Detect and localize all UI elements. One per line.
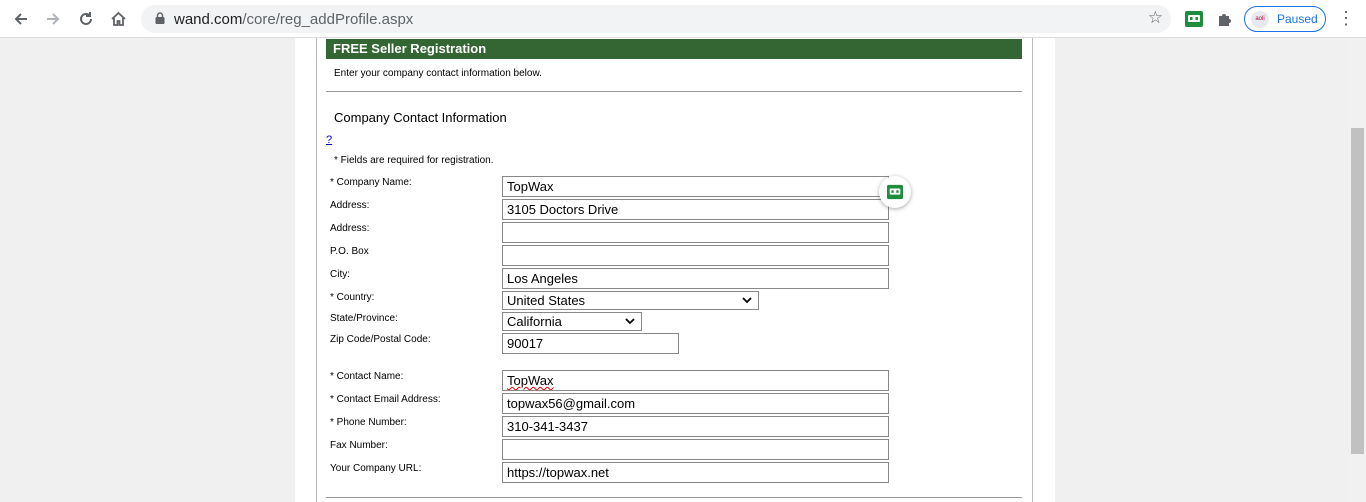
arrow-right-icon[interactable] bbox=[41, 7, 65, 31]
po-box-input[interactable] bbox=[502, 245, 889, 266]
frame-border-right bbox=[1032, 38, 1033, 502]
country-label: * Country: bbox=[330, 292, 375, 303]
company-name-label: * Company Name: bbox=[330, 177, 412, 188]
contact-email-input[interactable]: topwax56@gmail.com bbox=[502, 393, 889, 414]
reload-icon[interactable] bbox=[74, 7, 98, 31]
home-icon[interactable] bbox=[106, 7, 130, 31]
frame-border-left bbox=[316, 38, 317, 502]
divider bbox=[326, 91, 1022, 92]
state-value: California bbox=[507, 314, 562, 329]
company-name-input[interactable]: TopWax bbox=[502, 176, 889, 197]
address1-input[interactable]: 3105 Doctors Drive bbox=[502, 199, 889, 220]
more-vertical-icon[interactable]: ⋮ bbox=[1337, 8, 1355, 29]
avatar: aoli bbox=[1251, 11, 1269, 28]
profile-status: Paused bbox=[1277, 12, 1318, 26]
arrow-left-icon[interactable] bbox=[9, 7, 33, 31]
page-content: FREE Seller Registration Enter your comp… bbox=[295, 38, 1055, 502]
phone-label: * Phone Number: bbox=[330, 417, 407, 428]
profile-button[interactable]: aoli Paused bbox=[1244, 6, 1326, 32]
country-select[interactable]: United States bbox=[502, 291, 759, 310]
scrollbar-thumb[interactable] bbox=[1351, 128, 1364, 454]
required-note: * Fields are required for registration. bbox=[334, 155, 494, 166]
zip-label: Zip Code/Postal Code: bbox=[330, 334, 431, 345]
autofill-badge[interactable] bbox=[879, 176, 911, 208]
address2-label: Address: bbox=[330, 223, 370, 234]
country-value: United States bbox=[507, 293, 586, 308]
browser-toolbar: wand.com/core/reg_addProfile.aspx ☆ aoli… bbox=[0, 0, 1366, 38]
lock-icon[interactable] bbox=[155, 12, 165, 24]
help-link[interactable]: ? bbox=[326, 134, 332, 146]
contact-name-value: TopWax bbox=[507, 373, 554, 388]
city-label: City: bbox=[330, 269, 350, 280]
divider bbox=[326, 497, 1022, 498]
robot-face-icon[interactable] bbox=[1184, 9, 1204, 29]
contact-name-input[interactable]: TopWax bbox=[502, 370, 889, 391]
url-text[interactable]: wand.com/core/reg_addProfile.aspx bbox=[174, 11, 413, 28]
zip-input[interactable]: 90017 bbox=[502, 333, 679, 354]
address-bar[interactable]: wand.com/core/reg_addProfile.aspx ☆ bbox=[141, 5, 1171, 33]
robot-face-icon bbox=[887, 184, 903, 200]
company-url-label: Your Company URL: bbox=[330, 463, 422, 474]
city-input[interactable]: Los Angeles bbox=[502, 268, 889, 289]
puzzle-icon[interactable] bbox=[1216, 9, 1236, 29]
section-title: Company Contact Information bbox=[334, 110, 507, 125]
contact-email-label: * Contact Email Address: bbox=[330, 394, 441, 405]
registration-banner: FREE Seller Registration bbox=[326, 39, 1022, 59]
fax-label: Fax Number: bbox=[330, 440, 388, 451]
state-label: State/Province: bbox=[330, 313, 398, 324]
star-icon[interactable]: ☆ bbox=[1148, 8, 1163, 28]
address2-input[interactable] bbox=[502, 222, 889, 243]
company-url-input[interactable]: https://topwax.net bbox=[502, 462, 889, 483]
chevron-down-icon bbox=[625, 318, 635, 325]
phone-input[interactable]: 310-341-3437 bbox=[502, 416, 889, 437]
po-box-label: P.O. Box bbox=[330, 246, 369, 257]
address1-label: Address: bbox=[330, 200, 370, 211]
intro-text: Enter your company contact information b… bbox=[334, 68, 542, 79]
fax-input[interactable] bbox=[502, 439, 889, 460]
state-select[interactable]: California bbox=[502, 312, 642, 331]
chevron-down-icon bbox=[742, 297, 752, 304]
contact-name-label: * Contact Name: bbox=[330, 371, 404, 382]
